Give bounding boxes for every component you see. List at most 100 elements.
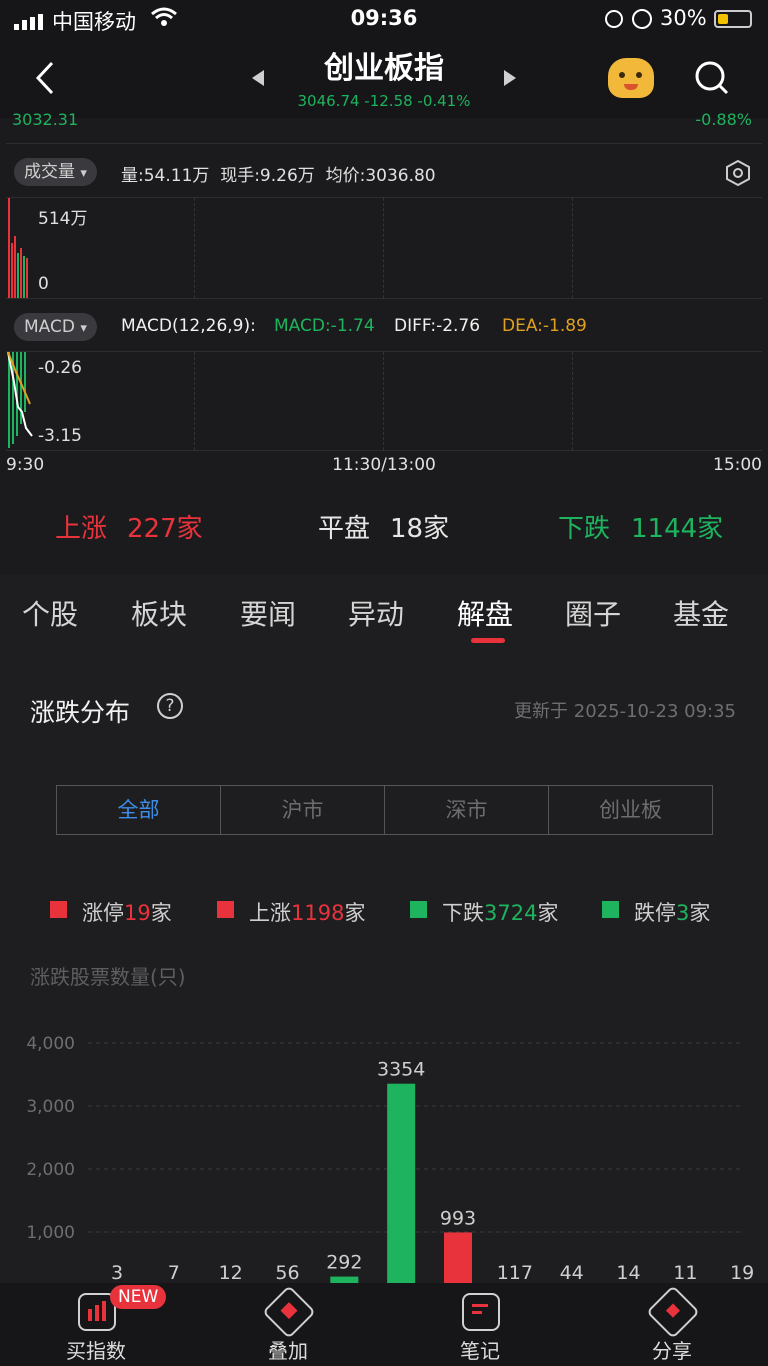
macd-params: MACD(12,26,9):: [121, 316, 256, 336]
tab-sectors[interactable]: 板块: [131, 593, 187, 633]
notes-icon: [462, 1293, 500, 1331]
volume-selector[interactable]: 成交量 ▾: [14, 158, 97, 186]
alarm-icon: [632, 9, 652, 29]
y-tick-label: 4,000: [26, 1034, 75, 1054]
legend-label: 跌停: [634, 901, 676, 925]
segment-chinext[interactable]: 创业板: [548, 785, 713, 835]
layers-icon: [262, 1285, 316, 1339]
share-icon: [646, 1285, 700, 1339]
battery-icon: [714, 10, 752, 28]
search-icon: [695, 61, 729, 95]
y-tick-label: 1,000: [26, 1223, 75, 1243]
legend-unit: 家: [150, 901, 172, 925]
bar-value-label: 44: [560, 1262, 584, 1283]
time-end: 15:00: [713, 455, 762, 475]
legend-value: 19: [124, 901, 151, 925]
volume-selector-label: 成交量: [24, 162, 75, 182]
legend-swatch: [410, 901, 427, 918]
distribution-section: 涨跌分布 ? 更新于 2025-10-23 09:35 全部 沪市 深市 创业板…: [0, 655, 768, 1283]
segment-shanghai[interactable]: 沪市: [220, 785, 385, 835]
legend-swatch: [602, 901, 619, 918]
breadth-summary: 上涨 227家 平盘 18家 下跌 1144家: [0, 482, 768, 568]
legend-unit: 家: [689, 901, 711, 925]
macd-selector[interactable]: MACD ▾: [14, 313, 97, 341]
tab-circle[interactable]: 圈子: [565, 593, 621, 633]
bar[interactable]: [444, 1232, 472, 1283]
segment-shenzhen[interactable]: 深市: [384, 785, 549, 835]
up-label: 上涨: [55, 514, 108, 544]
legend-unit: 家: [344, 901, 366, 925]
new-badge: NEW: [110, 1285, 167, 1309]
legend-value: 3724: [484, 901, 538, 925]
macd-selector-label: MACD: [24, 317, 75, 337]
up-count: 227家: [127, 514, 203, 544]
distribution-bar-chart: 4,000 3,000 2,000 1,000 3 7 12 56 292 3354 993 117 4…: [26, 1034, 754, 1283]
macd-chart: -0.26 -3.15: [6, 352, 762, 450]
section-title: 涨跌分布: [30, 698, 131, 727]
price-low-label: 3032.31: [12, 110, 79, 129]
overlay-label: 叠加: [268, 1339, 308, 1363]
volume-max-label: 514万: [38, 209, 88, 229]
chart-axis-title: 涨跌股票数量(只): [30, 965, 186, 989]
volume-stats: 量:54.11万 现手:9.26万 均价:3036.80: [121, 166, 436, 186]
bottom-toolbar: NEW 买指数 叠加 笔记 分享: [0, 1283, 768, 1366]
status-bar: 中国移动 09:36 30%: [0, 0, 768, 40]
share-button[interactable]: 分享: [612, 1283, 732, 1366]
diff-value: DIFF:-2.76: [394, 316, 481, 336]
clock: 09:36: [350, 6, 418, 30]
legend-label: 上涨: [249, 901, 291, 925]
buy-index-label: 买指数: [66, 1339, 126, 1363]
notes-button[interactable]: 笔记: [420, 1283, 540, 1366]
bar-value-label: 292: [326, 1252, 362, 1274]
chevron-down-icon: ▾: [80, 321, 87, 336]
bar-value-label: 7: [168, 1262, 180, 1283]
macd-value: MACD:-1.74: [274, 316, 375, 336]
tab-news[interactable]: 要闻: [240, 593, 296, 633]
search-button[interactable]: [694, 60, 730, 96]
bar-value-label: 3354: [377, 1059, 425, 1081]
tab-movers[interactable]: 异动: [348, 593, 404, 633]
tab-funds[interactable]: 基金: [673, 593, 729, 633]
next-index-button[interactable]: [504, 70, 516, 86]
overlay-button[interactable]: 叠加: [228, 1283, 348, 1366]
segment-all[interactable]: 全部: [56, 785, 221, 835]
legend-label: 下跌: [442, 901, 484, 925]
tab-stocks[interactable]: 个股: [22, 593, 78, 633]
legend-value: 3: [676, 901, 690, 925]
legend-value: 1198: [291, 901, 345, 925]
mascot-avatar[interactable]: [608, 58, 654, 98]
time-mid: 11:30/13:00: [332, 455, 436, 475]
legend-unit: 家: [537, 901, 559, 925]
bar-value-label: 56: [275, 1262, 299, 1283]
macd-tick-top: -0.26: [38, 358, 82, 378]
flat-label: 平盘: [318, 514, 371, 544]
bar-value-label: 11: [673, 1262, 697, 1283]
notes-label: 笔记: [460, 1339, 500, 1363]
macd-tick-bottom: -3.15: [38, 426, 82, 446]
legend-label: 涨停: [82, 901, 124, 925]
help-icon[interactable]: ?: [157, 693, 183, 719]
share-label: 分享: [652, 1339, 692, 1363]
legend-swatch: [217, 901, 234, 918]
dea-value: DEA:-1.89: [502, 316, 587, 336]
legend-swatch: [50, 901, 67, 918]
lock-rotation-icon: [605, 10, 623, 28]
volume-zero-label: 0: [38, 274, 49, 294]
y-tick-label: 3,000: [26, 1097, 75, 1117]
chevron-down-icon: ▾: [80, 166, 87, 181]
bar[interactable]: [387, 1083, 416, 1283]
bar-value-label: 14: [616, 1262, 640, 1283]
bar-value-label: 3: [111, 1262, 123, 1283]
active-tab-indicator: [471, 638, 505, 643]
settings-hexagon-icon[interactable]: [726, 159, 750, 190]
bar-value-label: 117: [497, 1262, 533, 1283]
y-tick-label: 2,000: [26, 1160, 75, 1180]
index-quote: 3046.74 -12.58 -0.41%: [297, 92, 471, 110]
bar-value-label: 19: [730, 1262, 754, 1283]
content-tabs: 个股 板块 要闻 异动 解盘 圈子 基金: [0, 575, 768, 655]
intraday-chart-panel: 3032.31 -0.88% 成交量 ▾ 量:54.11万 现手:9.26万 均…: [6, 110, 762, 482]
nav-header: 创业板指 3046.74 -12.58 -0.41%: [0, 40, 768, 118]
update-time: 更新于 2025-10-23 09:35: [514, 701, 736, 722]
tab-analysis[interactable]: 解盘: [457, 593, 513, 633]
buy-index-button[interactable]: NEW 买指数: [36, 1283, 167, 1366]
